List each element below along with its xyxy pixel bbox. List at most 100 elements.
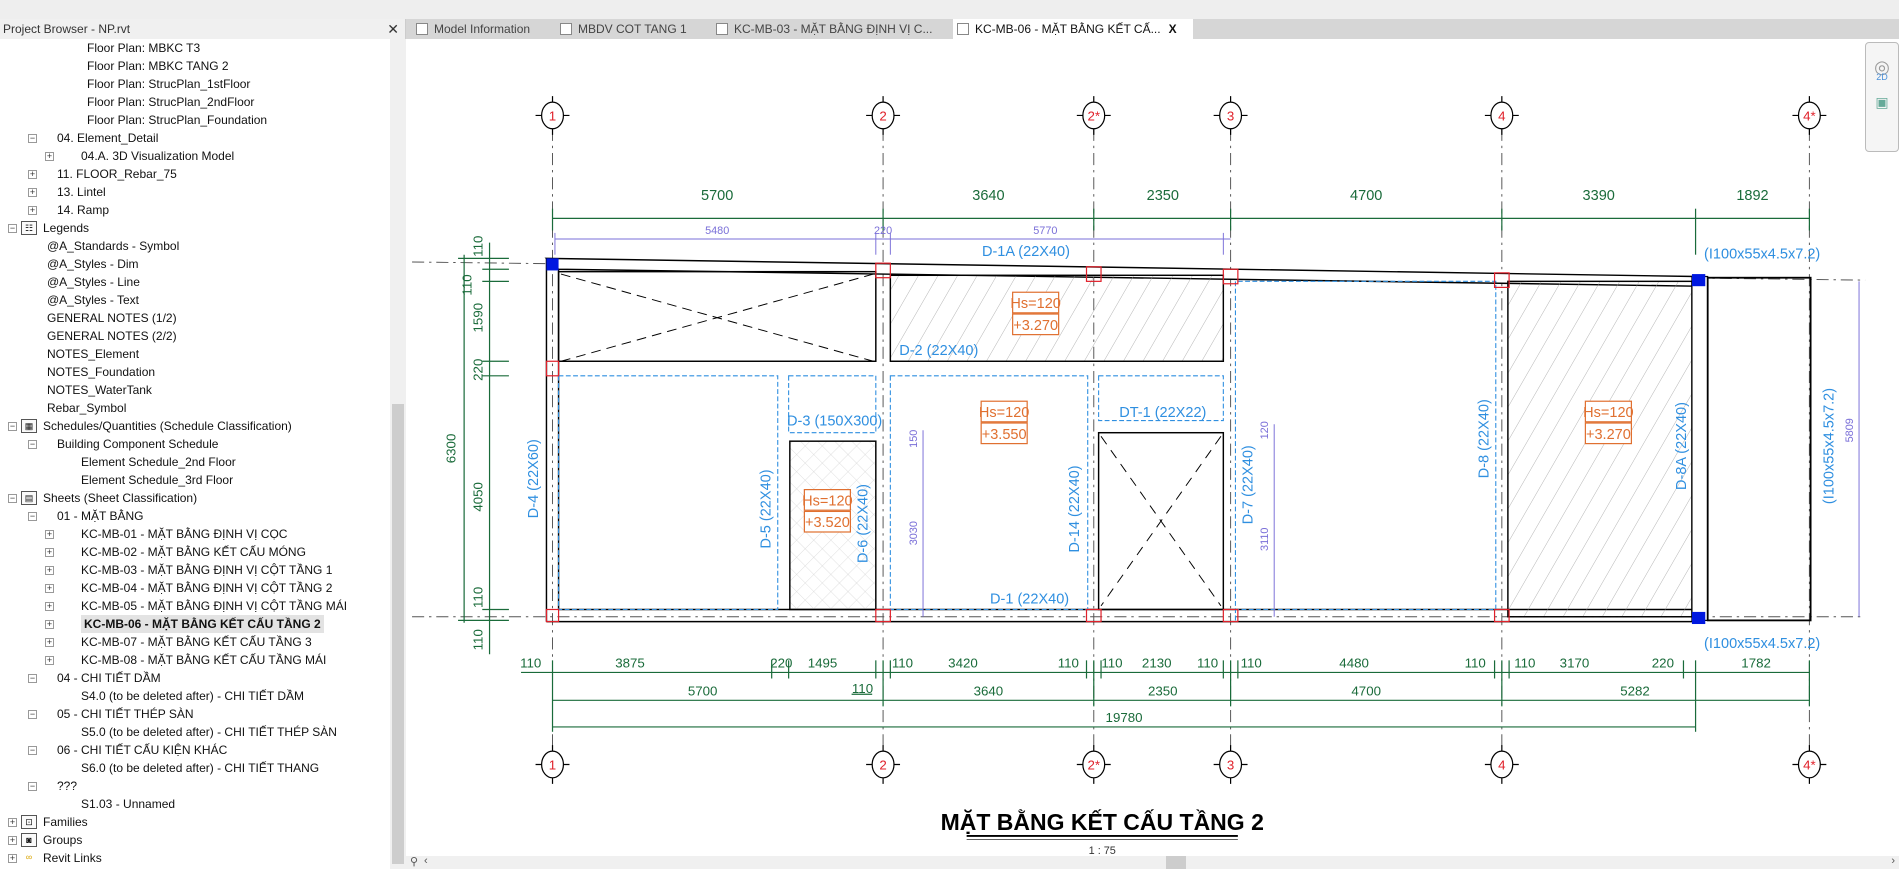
collapse-icon[interactable]: − <box>8 422 17 431</box>
tab-kc-mb-06[interactable]: KC-MB-06 - MẶT BẰNG KẾT CẤ... X <box>953 19 1193 39</box>
expand-icon[interactable]: + <box>8 836 17 845</box>
expand-icon[interactable]: + <box>45 656 54 665</box>
tree-item[interactable]: @A_Styles - Text <box>0 291 390 309</box>
tree-item[interactable]: Floor Plan: MBKC T3 <box>0 39 390 57</box>
expand-icon[interactable]: + <box>45 152 54 161</box>
expand-icon[interactable]: + <box>45 530 54 539</box>
grid-bubble[interactable]: 1 <box>535 96 570 135</box>
tree-item[interactable]: + KC-MB-02 - MẶT BẰNG KẾT CẤU MÓNG <box>0 543 390 561</box>
collapse-icon[interactable]: − <box>28 440 37 449</box>
tree-item[interactable]: + ∞ Revit Links <box>0 849 390 867</box>
tree-item[interactable]: − 04. Element_Detail <box>0 129 390 147</box>
tree-item[interactable]: + KC-MB-05 - MẶT BẰNG ĐỊNH VỊ CỘT TẦNG MÁ… <box>0 597 390 615</box>
expand-icon[interactable]: + <box>45 548 54 557</box>
tree-item[interactable]: − ☷ Legends <box>0 219 390 237</box>
tree-item[interactable]: + KC-MB-01 - MẶT BẰNG ĐỊNH VỊ CỌC <box>0 525 390 543</box>
grid-bubble[interactable]: 2 <box>866 745 901 784</box>
tree-item[interactable]: + KC-MB-03 - MẶT BẰNG ĐỊNH VỊ CỘT TẦNG 1 <box>0 561 390 579</box>
tree-item[interactable]: NOTES_WaterTank <box>0 381 390 399</box>
close-tab-icon[interactable]: X <box>1169 22 1177 36</box>
grid-bubble[interactable]: 4* <box>1792 96 1827 135</box>
tree-item[interactable]: − ▤ Sheets (Sheet Classification) <box>0 489 390 507</box>
tree-item[interactable]: Floor Plan: StrucPlan_1stFloor <box>0 75 390 93</box>
grid-bubble[interactable]: 3 <box>1213 745 1248 784</box>
tree-item[interactable]: GENERAL NOTES (2/2) <box>0 327 390 345</box>
tree-item[interactable]: − 06 - CHI TIẾT CẤU KIỆN KHÁC <box>0 741 390 759</box>
navigation-bar[interactable]: ◎ 2D ▣ <box>1865 42 1899 152</box>
tree-item[interactable]: −??? <box>0 777 390 795</box>
tree-item[interactable]: Floor Plan: StrucPlan_2ndFloor <box>0 93 390 111</box>
tree-item[interactable]: @A_Styles - Dim <box>0 255 390 273</box>
tree-item[interactable]: − Building Component Schedule <box>0 435 390 453</box>
tree-item[interactable]: Element Schedule_3rd Floor <box>0 471 390 489</box>
tree-item[interactable]: − 04 - CHI TIẾT DẦM <box>0 669 390 687</box>
expand-icon[interactable]: + <box>45 602 54 611</box>
grid-bubble[interactable]: 4* <box>1792 745 1827 784</box>
tree-item[interactable]: S6.0 (to be deleted after) - CHI TIẾT TH… <box>0 759 390 777</box>
grid-bubble[interactable]: 4 <box>1484 96 1519 135</box>
tree-item[interactable]: + KC-MB-07 - MẶT BẰNG KẾT CẤU TẦNG 3 <box>0 633 390 651</box>
expand-icon[interactable]: + <box>28 170 37 179</box>
grid-bubble[interactable]: 3 <box>1213 96 1248 135</box>
tree-item[interactable]: + KC-MB-04 - MẶT BẰNG ĐỊNH VỊ CỘT TẦNG 2 <box>0 579 390 597</box>
zoom-icon[interactable]: ▣ <box>1866 94 1898 111</box>
tree-item[interactable]: +13. Lintel <box>0 183 390 201</box>
tree-item[interactable]: − 01 - MẶT BẰNG <box>0 507 390 525</box>
tree-item[interactable]: S5.0 (to be deleted after) - CHI TIẾT TH… <box>0 723 390 741</box>
collapse-icon[interactable]: − <box>28 512 37 521</box>
tab-mbdv-cot-tang-1[interactable]: MBDV COT TANG 1 <box>556 19 706 39</box>
horizontal-scrollbar[interactable]: ⚲ ‹ › <box>406 855 1899 869</box>
tree-item[interactable]: Floor Plan: MBKC TANG 2 <box>0 57 390 75</box>
tree-item[interactable]: GENERAL NOTES (1/2) <box>0 309 390 327</box>
expand-icon[interactable]: + <box>28 188 37 197</box>
expand-icon[interactable]: + <box>45 620 54 629</box>
expand-icon[interactable]: + <box>45 566 54 575</box>
scroll-right-icon[interactable]: › <box>1891 855 1895 867</box>
expand-icon[interactable]: + <box>28 206 37 215</box>
expand-icon[interactable]: + <box>8 854 17 863</box>
grid-bubble[interactable]: 4 <box>1484 745 1519 784</box>
tree-item[interactable]: @A_Standards - Symbol <box>0 237 390 255</box>
tree-item[interactable]: Floor Plan: StrucPlan_Foundation <box>0 111 390 129</box>
tree-item[interactable]: Rebar_Symbol <box>0 399 390 417</box>
drawing-canvas[interactable]: 1 2 2* 3 4 4* 1 2 2* 3 4 4* 5700 3640 2350 4700 339… <box>406 39 1899 869</box>
tree-item[interactable]: NOTES_Foundation <box>0 363 390 381</box>
grid-bubble[interactable]: 2* <box>1076 96 1111 135</box>
scroll-left-icon[interactable]: ‹ <box>424 855 428 867</box>
tree-item[interactable]: + KC-MB-06 - MẶT BẰNG KẾT CẤU TẦNG 2 <box>0 615 390 633</box>
tree-item[interactable]: Element Schedule_2nd Floor <box>0 453 390 471</box>
tree-item[interactable]: + ⊡ Families <box>0 813 390 831</box>
expand-icon[interactable]: + <box>45 584 54 593</box>
tree-item[interactable]: NOTES_Element <box>0 345 390 363</box>
expand-icon[interactable]: + <box>45 638 54 647</box>
tree-item[interactable]: +14. Ramp <box>0 201 390 219</box>
tree-item[interactable]: @A_Styles - Line <box>0 273 390 291</box>
grid-bubble[interactable]: 2 <box>866 96 901 135</box>
collapse-icon[interactable]: − <box>28 746 37 755</box>
tab-model-information[interactable]: Model Information <box>412 19 552 39</box>
collapse-icon[interactable]: − <box>28 674 37 683</box>
tree-item[interactable]: + KC-MB-08 - MẶT BẰNG KẾT CẤU TẦNG MÁI <box>0 651 390 669</box>
collapse-icon[interactable]: − <box>8 224 17 233</box>
expand-icon[interactable]: + <box>8 818 17 827</box>
close-icon[interactable]: ✕ <box>387 19 399 39</box>
view-control-icon[interactable]: ⚲ <box>410 855 418 868</box>
tree-item[interactable]: +11. FLOOR_Rebar_75 <box>0 165 390 183</box>
tree-item[interactable]: S1.03 - Unnamed <box>0 795 390 813</box>
collapse-icon[interactable]: − <box>28 782 37 791</box>
grid-bubble[interactable]: 1 <box>535 745 570 784</box>
tree-scrollbar[interactable] <box>390 39 406 869</box>
collapse-icon[interactable]: − <box>28 134 37 143</box>
scrollbar-thumb[interactable] <box>1166 856 1186 869</box>
grid-bubble[interactable]: 2* <box>1076 745 1111 784</box>
collapse-icon[interactable]: − <box>8 494 17 503</box>
tree-item[interactable]: + ◙ Groups <box>0 831 390 849</box>
tree-item[interactable]: − ▦ Schedules/Quantities (Schedule Classif… <box>0 417 390 435</box>
scrollbar-thumb[interactable] <box>392 404 404 864</box>
slab-level: +3.270 <box>1586 427 1631 443</box>
tab-kc-mb-03[interactable]: KC-MB-03 - MẶT BẰNG ĐỊNH VỊ C... <box>712 19 950 39</box>
tree-item[interactable]: +04.A. 3D Visualization Model <box>0 147 390 165</box>
tree-item[interactable]: − 05 - CHI TIẾT THÉP SÀN <box>0 705 390 723</box>
collapse-icon[interactable]: − <box>28 710 37 719</box>
tree-item[interactable]: S4.0 (to be deleted after) - CHI TIẾT DẦ… <box>0 687 390 705</box>
